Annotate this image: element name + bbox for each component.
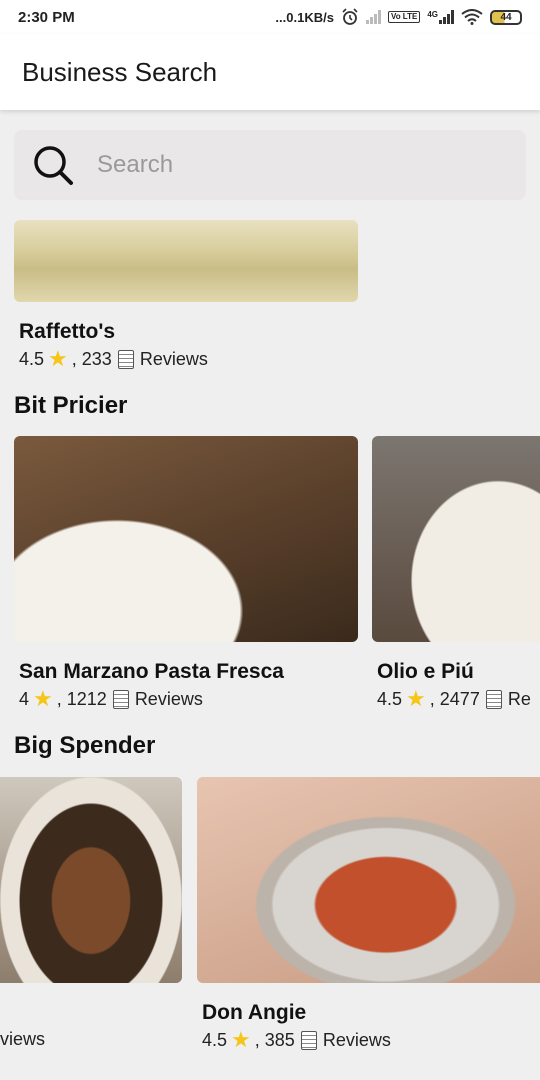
review-count: 1212 xyxy=(66,688,107,709)
search-bar[interactable] xyxy=(14,130,526,200)
review-count: 385 xyxy=(264,1029,295,1050)
business-image-olio-e-piu[interactable] xyxy=(372,436,540,642)
network-speed: ...0.1KB/s xyxy=(275,9,334,25)
status-bar: 2:30 PM ...0.1KB/s Vo LTE 4G 44 xyxy=(0,0,540,34)
review-count: 2477 xyxy=(439,688,480,709)
alarm-icon xyxy=(342,8,358,25)
search-input[interactable] xyxy=(97,151,477,179)
meta-separator: , xyxy=(429,688,440,709)
reviews-icon xyxy=(300,1030,317,1050)
reviews-icon xyxy=(117,349,134,369)
business-name-raffettos[interactable]: Raffetto's xyxy=(19,320,115,344)
business-name-don-angie[interactable]: Don Angie xyxy=(202,1001,306,1025)
business-meta-partial: views xyxy=(0,1029,45,1050)
star-icon: ★ xyxy=(48,346,68,371)
reviews-label: Reviews xyxy=(134,688,203,709)
app-bar: Business Search xyxy=(0,34,540,110)
reviews-icon xyxy=(485,689,502,709)
meta-separator: , xyxy=(254,1029,265,1050)
review-count: 233 xyxy=(81,348,112,369)
section-title-bit-pricier: Bit Pricier xyxy=(14,392,128,419)
signal-icon xyxy=(365,10,381,24)
reviews-icon xyxy=(112,689,129,709)
rating-value: 4 xyxy=(19,688,30,709)
meta-separator: , xyxy=(71,348,82,369)
business-meta-raffettos: 4.5 ★ , 233 Reviews xyxy=(19,348,208,370)
rating-value: 4.5 xyxy=(202,1029,228,1050)
status-time: 2:30 PM xyxy=(18,8,75,26)
business-meta-don-angie: 4.5 ★ , 385 Reviews xyxy=(202,1029,391,1051)
business-name-olio-e-piu[interactable]: Olio e Piú xyxy=(377,660,474,684)
reviews-label: views xyxy=(0,1029,46,1049)
section-title-big-spender: Big Spender xyxy=(14,732,156,759)
search-icon[interactable] xyxy=(32,144,74,186)
reviews-label: Reviews xyxy=(322,1029,391,1050)
business-image-san-marzano[interactable] xyxy=(14,436,358,642)
star-icon: ★ xyxy=(231,1027,251,1052)
business-name-san-marzano[interactable]: San Marzano Pasta Fresca xyxy=(19,660,284,684)
volte-icon: Vo LTE xyxy=(387,11,421,23)
star-icon: ★ xyxy=(33,686,53,711)
rating-value: 4.5 xyxy=(19,348,45,369)
signal-4g-icon: 4G xyxy=(427,10,454,24)
battery-icon: 44 xyxy=(490,9,522,25)
page-title: Business Search xyxy=(22,56,218,87)
star-icon: ★ xyxy=(406,686,426,711)
business-image-raffettos[interactable] xyxy=(14,220,358,302)
reviews-label: Re xyxy=(507,688,531,709)
business-image-don-angie[interactable] xyxy=(197,777,540,983)
wifi-icon xyxy=(461,9,483,25)
network-type: 4G xyxy=(427,10,438,19)
business-meta-san-marzano: 4 ★ , 1212 Reviews xyxy=(19,688,203,710)
business-meta-olio-e-piu: 4.5 ★ , 2477 Re xyxy=(377,688,531,710)
rating-value: 4.5 xyxy=(377,688,403,709)
status-icons: ...0.1KB/s Vo LTE 4G 44 xyxy=(275,8,522,26)
meta-separator: , xyxy=(56,688,67,709)
reviews-label: Reviews xyxy=(139,348,208,369)
business-image-partial[interactable] xyxy=(0,777,182,983)
